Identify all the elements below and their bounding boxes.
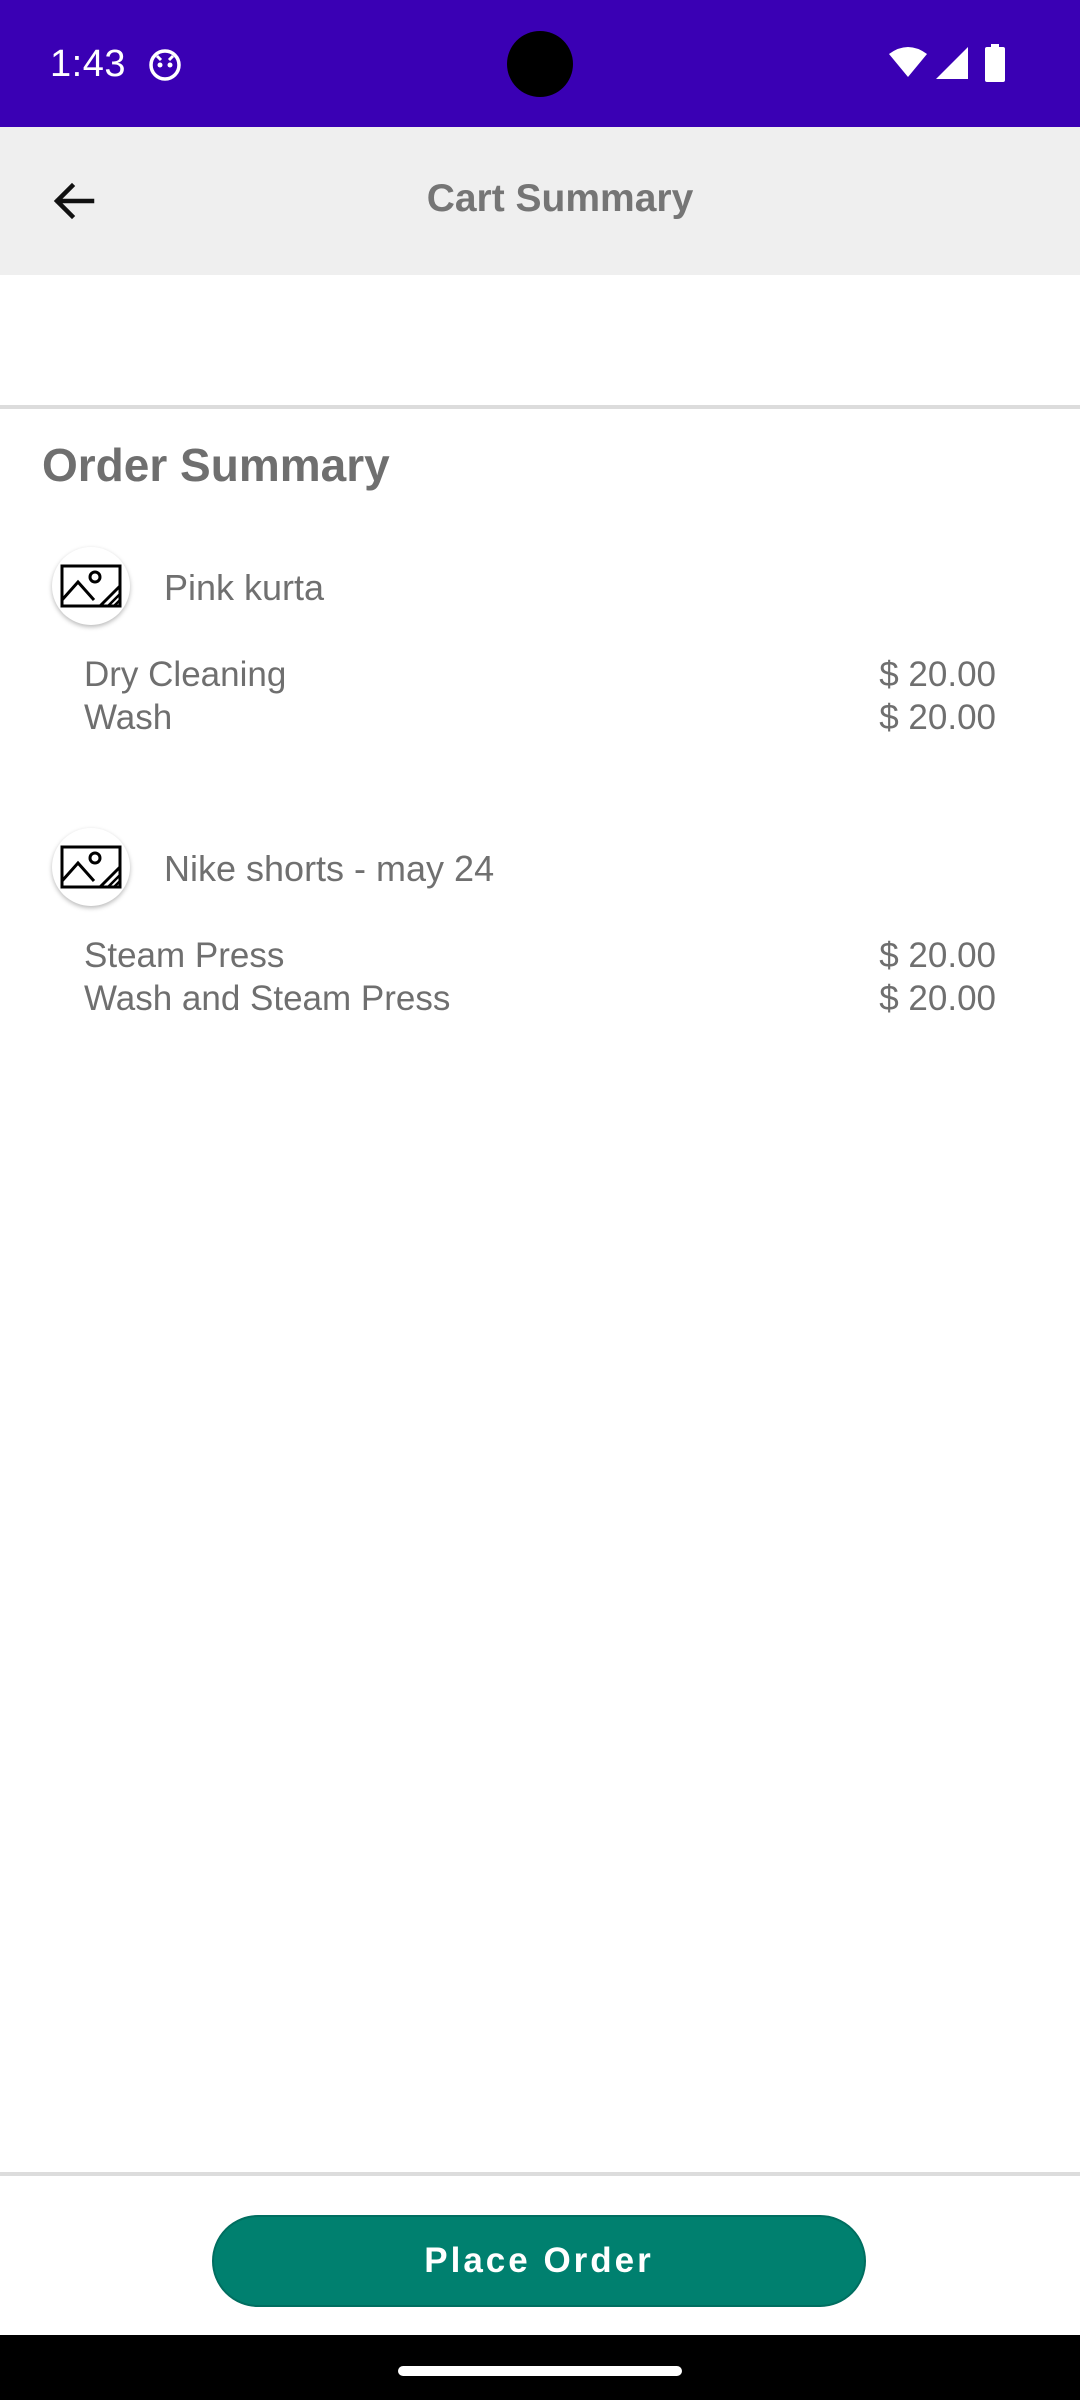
app-bar: Cart Summary	[0, 127, 1080, 275]
service-price: $ 20.00	[879, 655, 996, 694]
camera-cutout	[507, 31, 573, 97]
wifi-icon	[889, 47, 927, 77]
cell-signal-icon	[936, 47, 968, 79]
service-name: Steam Press	[84, 936, 285, 975]
service-row: Steam Press $ 20.00	[84, 936, 996, 980]
app-notification-icon	[149, 49, 181, 81]
service-name: Dry Cleaning	[84, 655, 287, 694]
service-row: Wash and Steam Press $ 20.00	[84, 979, 996, 1023]
footer-divider	[0, 2172, 1080, 2176]
image-placeholder-icon	[60, 564, 122, 608]
status-bar: 1:43	[0, 0, 1080, 127]
cart-summary-screen: 1:43 Cart Summary Order Summary Pink kur…	[0, 0, 1080, 2400]
battery-icon	[985, 44, 1005, 82]
item-thumbnail	[52, 547, 130, 625]
page-title: Cart Summary	[426, 177, 694, 220]
service-row: Wash $ 20.00	[84, 698, 996, 742]
place-order-button[interactable]: Place Order	[212, 2215, 866, 2307]
service-row: Dry Cleaning $ 20.00	[84, 655, 996, 699]
item-thumbnail	[52, 828, 130, 906]
item-name: Nike shorts - may 24	[164, 848, 495, 889]
header-spacer	[0, 275, 1080, 405]
status-time: 1:43	[50, 43, 126, 85]
system-nav-bar	[0, 2335, 1080, 2400]
home-gesture-handle[interactable]	[398, 2366, 682, 2376]
service-price: $ 20.00	[879, 979, 996, 1018]
order-summary-heading: Order Summary	[42, 439, 390, 491]
service-name: Wash and Steam Press	[84, 979, 451, 1018]
item-name: Pink kurta	[164, 567, 325, 608]
service-price: $ 20.00	[879, 936, 996, 975]
service-price: $ 20.00	[879, 698, 996, 737]
divider	[0, 405, 1080, 409]
image-placeholder-icon	[60, 845, 122, 889]
service-name: Wash	[84, 698, 173, 737]
